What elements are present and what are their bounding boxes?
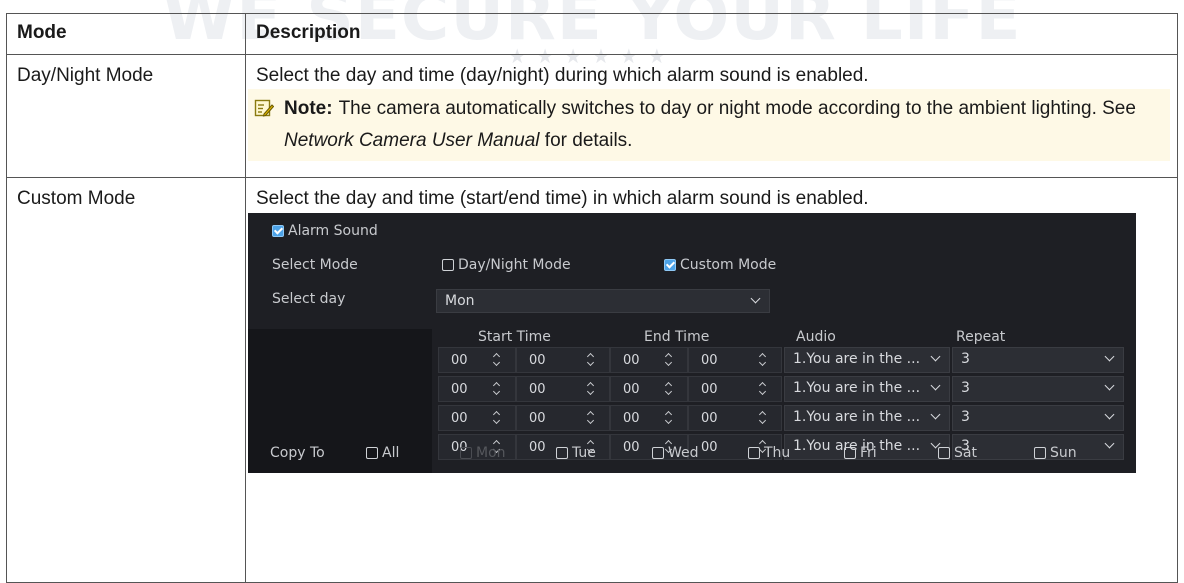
- note-pencil-icon: [254, 99, 274, 117]
- audio-dropdown[interactable]: 1.You are in the ...: [784, 347, 950, 373]
- checkbox-icon: [442, 259, 454, 271]
- mode-table: Mode Description Day/Night Mode Select t…: [6, 13, 1178, 583]
- schedule-row: 00 00 00 00 1.You are in the ... 3: [438, 405, 1124, 431]
- copy-to-thu-checkbox[interactable]: Thu: [748, 445, 790, 461]
- copy-to-sun-checkbox[interactable]: Sun: [1034, 445, 1077, 461]
- alarm-sound-checkbox[interactable]: Alarm Sound: [272, 223, 378, 239]
- start-hour-stepper[interactable]: 00: [438, 405, 516, 431]
- checkbox-icon: [460, 447, 472, 459]
- spinner-arrows-icon[interactable]: [759, 409, 767, 425]
- manual-title: Network Camera User Manual: [284, 130, 540, 151]
- day-night-mode-option[interactable]: Day/Night Mode: [442, 257, 571, 273]
- header-description: Description: [245, 13, 1178, 55]
- spinner-arrows-icon[interactable]: [759, 351, 767, 367]
- schedule-row: 00 00 00 00 1.You are in the ... 3: [438, 347, 1124, 373]
- checkbox-checked-icon: [272, 225, 284, 237]
- checkbox-icon: [652, 447, 664, 459]
- spinner-arrows-icon[interactable]: [759, 380, 767, 396]
- audio-dropdown[interactable]: 1.You are in the ...: [784, 405, 950, 431]
- chevron-down-icon: [930, 409, 941, 420]
- copy-to-tue-checkbox[interactable]: Tue: [556, 445, 596, 461]
- select-mode-label: Select Mode: [272, 257, 358, 273]
- copy-to-label: Copy To: [270, 445, 325, 461]
- spinner-arrows-icon[interactable]: [493, 380, 501, 396]
- table-header-row: Mode Description: [6, 13, 1178, 55]
- start-minute-stepper[interactable]: 00: [516, 376, 610, 402]
- end-minute-stepper[interactable]: 00: [688, 376, 782, 402]
- start-hour-stepper[interactable]: 00: [438, 347, 516, 373]
- repeat-dropdown[interactable]: 3: [952, 347, 1124, 373]
- checkbox-icon: [366, 447, 378, 459]
- copy-to-sat-checkbox[interactable]: Sat: [938, 445, 977, 461]
- chevron-down-icon: [750, 293, 761, 304]
- spinner-arrows-icon[interactable]: [587, 409, 595, 425]
- checkbox-icon: [844, 447, 856, 459]
- end-minute-stepper[interactable]: 00: [688, 405, 782, 431]
- chevron-down-icon: [1104, 438, 1115, 449]
- chevron-down-icon: [1104, 409, 1115, 420]
- schedule-row: 00 00 00 00 1.You are in the ... 3: [438, 376, 1124, 402]
- chevron-down-icon: [930, 351, 941, 362]
- checkbox-icon: [938, 447, 950, 459]
- end-minute-stepper[interactable]: 00: [688, 347, 782, 373]
- repeat-dropdown[interactable]: 3: [952, 405, 1124, 431]
- mode-cell: Custom Mode: [6, 177, 246, 583]
- spinner-arrows-icon[interactable]: [665, 409, 673, 425]
- spinner-arrows-icon[interactable]: [493, 409, 501, 425]
- chevron-down-icon: [1104, 380, 1115, 391]
- col-end-time: End Time: [644, 329, 710, 345]
- audio-dropdown[interactable]: 1.You are in the ...: [784, 376, 950, 402]
- spinner-arrows-icon[interactable]: [587, 380, 595, 396]
- note-box: Note: The camera automatically switches t…: [248, 89, 1170, 161]
- checkbox-icon: [1034, 447, 1046, 459]
- start-minute-stepper[interactable]: 00: [516, 347, 610, 373]
- copy-to-mon-checkbox: Mon: [460, 445, 506, 461]
- end-hour-stepper[interactable]: 00: [610, 405, 688, 431]
- spinner-arrows-icon[interactable]: [665, 351, 673, 367]
- checkbox-icon: [556, 447, 568, 459]
- copy-to-all-checkbox[interactable]: All: [366, 445, 399, 461]
- col-start-time: Start Time: [478, 329, 551, 345]
- chevron-down-icon: [1104, 351, 1115, 362]
- note-text: Note: The camera automatically switches t…: [284, 98, 1136, 151]
- table-row: Custom Mode Select the day and time (sta…: [6, 177, 1178, 583]
- spinner-arrows-icon[interactable]: [493, 351, 501, 367]
- description-cell: Select the day and time (day/night) duri…: [245, 54, 1178, 178]
- select-day-label: Select day: [272, 291, 346, 307]
- spinner-arrows-icon[interactable]: [665, 380, 673, 396]
- table-row: Day/Night Mode Select the day and time (…: [6, 54, 1178, 178]
- checkbox-icon: [748, 447, 760, 459]
- spinner-arrows-icon[interactable]: [587, 351, 595, 367]
- copy-to-fri-checkbox[interactable]: Fri: [844, 445, 877, 461]
- select-day-dropdown[interactable]: Mon: [436, 289, 770, 313]
- start-hour-stepper[interactable]: 00: [438, 376, 516, 402]
- chevron-down-icon: [930, 380, 941, 391]
- header-mode: Mode: [6, 13, 246, 55]
- custom-mode-option[interactable]: Custom Mode: [664, 257, 776, 273]
- copy-to-wed-checkbox[interactable]: Wed: [652, 445, 699, 461]
- start-minute-stepper[interactable]: 00: [516, 405, 610, 431]
- end-hour-stepper[interactable]: 00: [610, 376, 688, 402]
- col-audio: Audio: [796, 329, 836, 345]
- mode-cell: Day/Night Mode: [6, 54, 246, 178]
- description-cell: Select the day and time (start/end time)…: [245, 177, 1178, 583]
- custom-mode-screenshot: Alarm Sound Select Mode Day/Night Mode C…: [248, 213, 1136, 473]
- note-label: Note:: [284, 98, 333, 119]
- end-hour-stepper[interactable]: 00: [610, 347, 688, 373]
- checkbox-checked-icon: [664, 259, 676, 271]
- col-repeat: Repeat: [956, 329, 1006, 345]
- repeat-dropdown[interactable]: 3: [952, 376, 1124, 402]
